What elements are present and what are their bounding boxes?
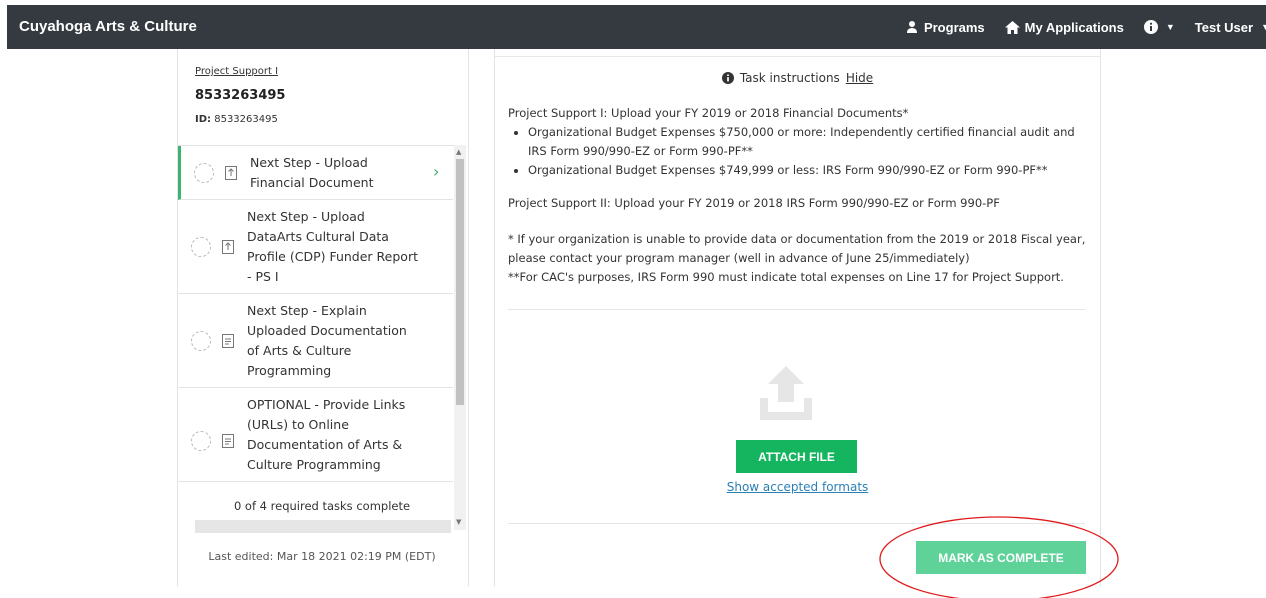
instructions-title: Task instructions <box>739 71 840 85</box>
task-label: OPTIONAL - Provide Links (URLs) to Onlin… <box>247 397 406 472</box>
project-id: ID: 8533263495 <box>195 114 278 125</box>
task-status-circle-icon <box>191 331 211 351</box>
scrollbar-thumb[interactable] <box>456 159 464 405</box>
task-status-circle-icon <box>191 237 211 257</box>
task-sidebar: Project Support I 8533263495 ID: 8533263… <box>177 49 469 586</box>
task-label: Next Step - Explain Uploaded Documentati… <box>247 303 407 378</box>
instruction-ps2: Project Support II: Upload your FY 2019 … <box>508 196 1000 210</box>
nav-user-menu[interactable]: Test User ▼ <box>1195 20 1266 35</box>
document-icon <box>222 334 234 348</box>
chevron-down-icon: ▼ <box>1261 22 1266 32</box>
upload-file-icon <box>225 166 237 180</box>
instructions-header: Task instructions Hide <box>495 71 1100 85</box>
document-icon <box>222 434 234 448</box>
top-navbar: Cuyahoga Arts & Culture Programs My Appl… <box>7 5 1266 49</box>
upload-file-icon <box>222 240 234 254</box>
project-name: 8533263495 <box>195 88 286 103</box>
task-item-explain-documentation[interactable]: Next Step - Explain Uploaded Documentati… <box>178 294 453 388</box>
instruction-note: **For CAC's purposes, IRS Form 990 must … <box>508 270 1064 284</box>
task-progress-text: 0 of 4 required tasks complete <box>233 499 411 513</box>
upload-icon <box>760 366 812 420</box>
info-icon <box>721 72 734 84</box>
task-label: Next Step - Upload DataArts Cultural Dat… <box>247 209 418 284</box>
mark-as-complete-button[interactable]: MARK AS COMPLETE <box>916 541 1086 574</box>
nav-my-applications-label: My Applications <box>1024 19 1124 35</box>
scroll-up-icon[interactable]: ▲ <box>456 148 461 156</box>
instructions-body: Project Support I: Upload your FY 2019 o… <box>508 104 1088 287</box>
chevron-right-icon: › <box>433 162 440 181</box>
nav-programs[interactable]: Programs <box>905 20 985 35</box>
nav-right: Programs My Applications ▼ Test User ▼ <box>885 5 1266 49</box>
nav-help-dropdown[interactable]: ▼ <box>1143 20 1175 34</box>
task-status-circle-icon <box>194 163 214 183</box>
chevron-down-icon: ▼ <box>1165 22 1175 32</box>
task-status-circle-icon <box>191 431 211 451</box>
task-label: Next Step - Upload Financial Document <box>250 155 374 190</box>
section-divider <box>508 309 1085 310</box>
task-list-scrollbar[interactable]: ▲ ▼ <box>454 145 466 530</box>
task-content-panel: Task instructions Hide Project Support I… <box>494 49 1101 586</box>
scroll-down-icon[interactable]: ▼ <box>456 518 461 526</box>
instruction-note: * If your organization is unable to prov… <box>508 232 1086 265</box>
instruction-bullet: Organizational Budget Expenses $750,000 … <box>528 123 1088 161</box>
attach-file-button[interactable]: ATTACH FILE <box>736 440 857 473</box>
last-edited-text: Last edited: Mar 18 2021 02:19 PM (EDT) <box>208 550 436 563</box>
project-link[interactable]: Project Support I <box>195 66 278 77</box>
task-item-upload-dataarts[interactable]: Next Step - Upload DataArts Cultural Dat… <box>178 200 453 294</box>
show-accepted-formats-link[interactable]: Show accepted formats <box>495 480 1100 494</box>
brand-title[interactable]: Cuyahoga Arts & Culture <box>19 5 197 49</box>
instruction-bullet: Organizational Budget Expenses $749,999 … <box>528 161 1088 180</box>
panel-top-divider <box>495 56 1100 57</box>
nav-my-applications[interactable]: My Applications <box>1004 19 1124 35</box>
instruction-intro: Project Support I: Upload your FY 2019 o… <box>508 106 909 120</box>
task-item-upload-financial[interactable]: Next Step - Upload Financial Document › <box>178 146 453 200</box>
project-id-label: ID: <box>195 114 212 125</box>
user-name: Test User <box>1194 19 1254 35</box>
home-icon <box>1004 20 1020 34</box>
nav-programs-label: Programs <box>923 19 985 35</box>
task-progress-bar <box>195 520 451 533</box>
task-item-optional-links[interactable]: OPTIONAL - Provide Links (URLs) to Onlin… <box>178 388 453 482</box>
info-icon <box>1143 20 1158 34</box>
instruction-bullets: Organizational Budget Expenses $750,000 … <box>508 123 1088 180</box>
section-divider <box>508 523 1085 524</box>
project-id-value: 8533263495 <box>214 114 278 125</box>
task-list: Next Step - Upload Financial Document › … <box>178 145 466 531</box>
hide-instructions-link[interactable]: Hide <box>846 71 873 85</box>
programs-icon <box>906 21 917 33</box>
